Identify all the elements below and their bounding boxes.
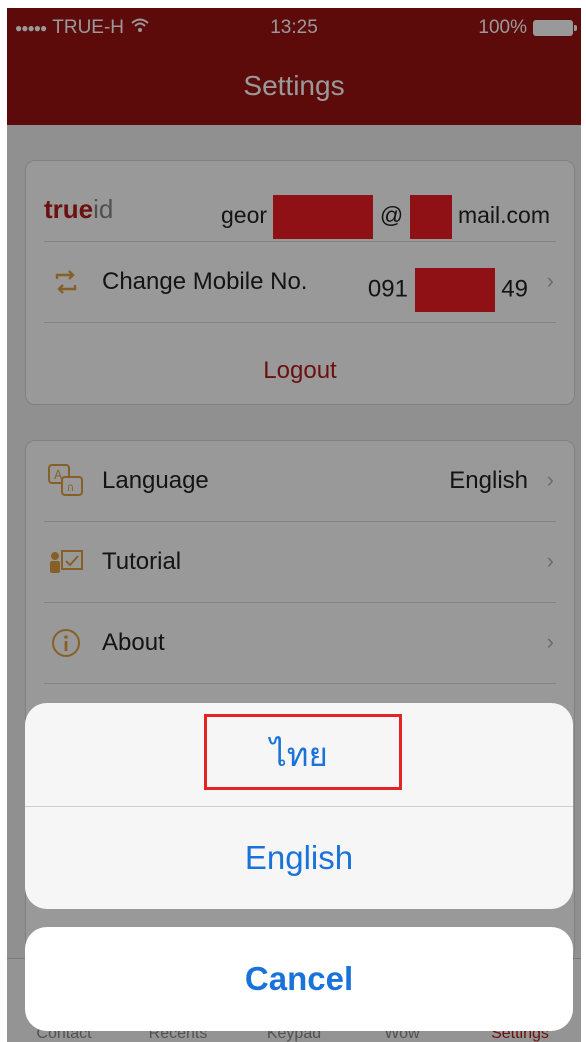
language-action-sheet: ไทย English — [25, 703, 573, 909]
phone-screen: ●●●●● TRUE-H 13:25 100% Settings trueid … — [7, 8, 581, 1042]
option-english-label: English — [244, 838, 354, 876]
highlight-box — [204, 714, 402, 790]
cancel-button[interactable]: Cancel — [25, 927, 573, 1031]
option-english[interactable]: English — [25, 806, 573, 909]
